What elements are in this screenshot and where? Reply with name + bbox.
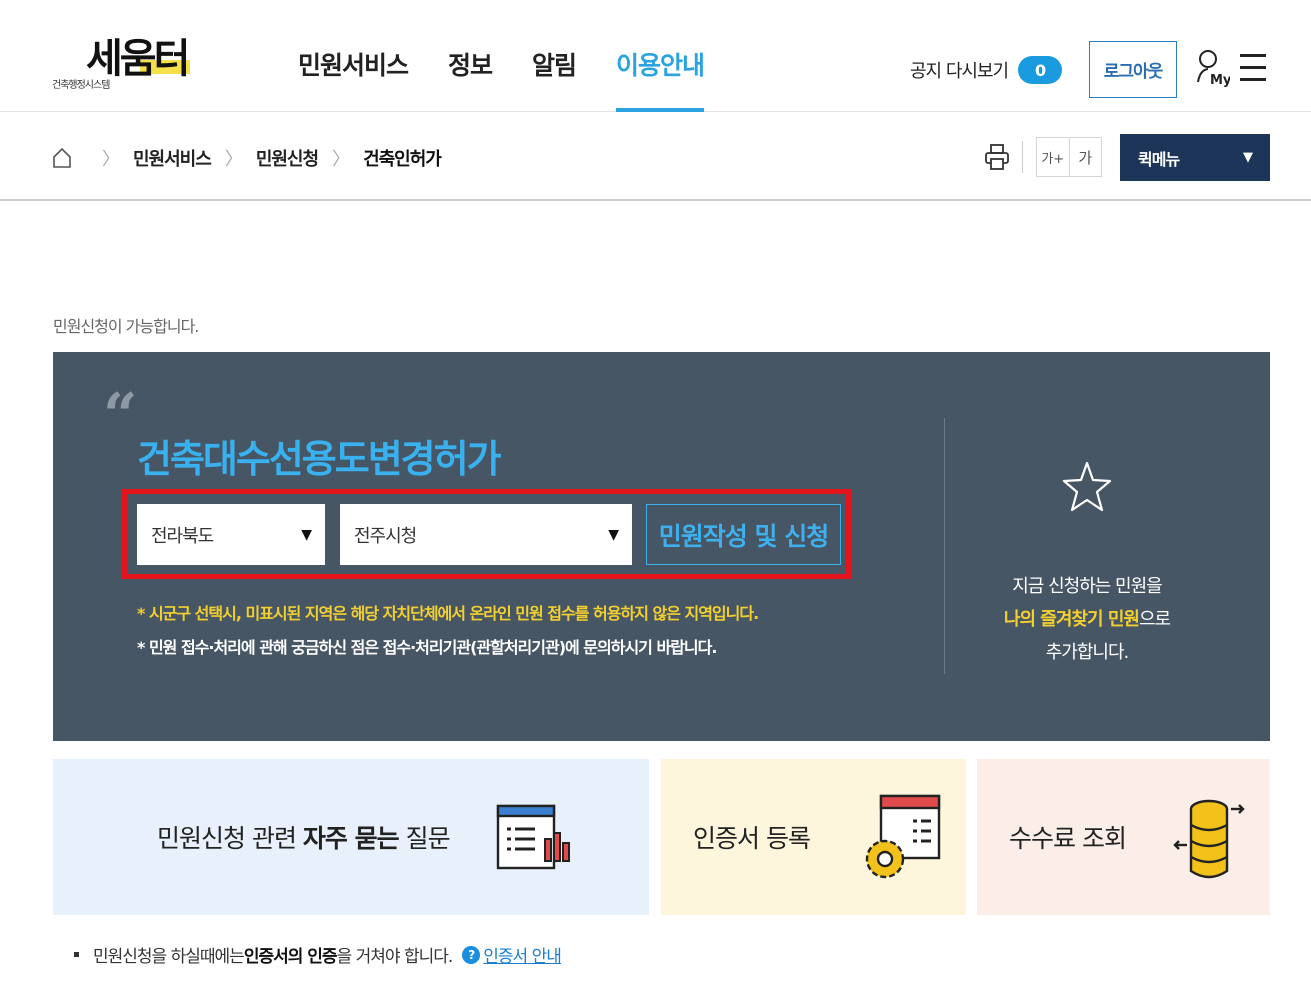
font-size-controls: 가+ 가 — [1036, 137, 1102, 177]
breadcrumb-item-application[interactable]: 민원신청 — [256, 145, 319, 171]
faq-document-icon — [496, 804, 570, 870]
quick-menu-label: 퀵메뉴 — [1138, 149, 1180, 169]
caret-down-icon: ▼ — [301, 526, 312, 543]
notice-text-a: 민원신청을 하실때에는 — [93, 947, 245, 967]
faq-label-suffix: 질문 — [398, 824, 451, 853]
office-value: 전주시청 — [354, 525, 417, 547]
quote-mark-icon: “ — [103, 381, 138, 451]
notice-text-bold: 인증서의 인증 — [243, 947, 338, 967]
caret-down-icon: ▼ — [608, 526, 619, 543]
favorite-suffix: 으로 — [1138, 609, 1171, 630]
province-value: 전라북도 — [151, 525, 214, 547]
logo-sub-text: 건축행정시스템 — [52, 80, 110, 91]
caret-down-icon: ▼ — [1243, 150, 1253, 165]
faq-label-bold: 자주 묻는 — [302, 824, 400, 853]
certificate-card[interactable]: 인증서 등록 — [661, 759, 966, 915]
faq-label: 민원신청 관련 자주 묻는 질문 — [157, 819, 451, 855]
chevron-right-icon: 〉 — [224, 149, 243, 170]
nav-item-guide[interactable]: 이용안내 — [616, 46, 705, 112]
faq-label-prefix: 민원신청 관련 — [157, 824, 303, 853]
favorite-line3: 추가합니다. — [1045, 642, 1130, 663]
favorite-line1: 지금 신청하는 민원을 — [1012, 576, 1162, 597]
service-title: 건축대수선용도변경허가 — [137, 437, 502, 481]
divider — [1022, 141, 1023, 173]
header: 세움터 건축행정시스템 민원서비스 정보 알림 이용안내 공지 다시보기 0 로… — [0, 0, 1311, 112]
divider — [944, 418, 945, 674]
apply-button[interactable]: 민원작성 및 신청 — [646, 504, 841, 565]
home-icon[interactable] — [52, 147, 72, 169]
print-icon[interactable] — [984, 143, 1010, 171]
my-page-icon[interactable]: My — [1196, 48, 1230, 88]
quick-menu-dropdown[interactable]: 퀵메뉴 ▼ — [1120, 134, 1270, 181]
favorite-line2: 나의 즐겨찾기 민원으로 — [987, 603, 1187, 636]
breadcrumb-bar: 〉 민원서비스 〉 민원신청 〉 건축인허가 가+ 가 퀵메뉴 ▼ — [0, 113, 1311, 201]
region-warning-note: * 시군구 선택시, 미표시된 지역은 해당 자치단체에서 온라인 민원 접수를… — [137, 604, 759, 623]
favorite-highlight: 나의 즐겨찾기 민원 — [1003, 609, 1140, 630]
application-panel: “ 건축대수선용도변경허가 전라북도 ▼ 전주시청 ▼ 민원작성 및 신청 * … — [53, 352, 1270, 741]
certificate-gear-icon — [865, 794, 941, 879]
font-decrease-button[interactable]: 가 — [1070, 138, 1102, 176]
certificate-label: 인증서 등록 — [693, 824, 811, 853]
fee-card[interactable]: 수수료 조회 — [977, 759, 1270, 915]
bullet — [74, 952, 79, 957]
font-increase-button[interactable]: 가+ — [1037, 138, 1070, 176]
certificate-guide-link[interactable]: 인증서 안내 — [483, 942, 562, 967]
breadcrumb-item-current: 건축인허가 — [363, 149, 442, 170]
main-nav: 민원서비스 정보 알림 이용안내 — [298, 46, 744, 112]
nav-item-notice[interactable]: 알림 — [532, 46, 577, 112]
breadcrumb: 〉 민원서비스 〉 민원신청 〉 건축인허가 — [52, 145, 442, 171]
inquiry-note: * 민원 접수·처리에 관해 궁금하신 점은 접수·처리기관(관할처리기관)에 … — [137, 638, 717, 657]
chevron-right-icon: 〉 — [102, 149, 120, 170]
hamburger-menu-icon[interactable] — [1240, 54, 1266, 82]
notice-text-b: 을 거쳐야 합니다. — [336, 947, 454, 967]
office-select[interactable]: 전주시청 ▼ — [340, 504, 632, 565]
site-logo[interactable]: 세움터 건축행정시스템 — [52, 26, 202, 94]
help-icon[interactable]: ? — [462, 945, 481, 964]
breadcrumb-item-civil-service[interactable]: 민원서비스 — [133, 145, 212, 171]
favorite-text: 지금 신청하는 민원을 나의 즐겨찾기 민원으로 추가합니다. — [987, 570, 1187, 669]
certificate-notice: 민원신청을 하실때에는 인증서의 인증 을 거쳐야 합니다. ? 인증서 안내 — [74, 942, 562, 967]
province-select[interactable]: 전라북도 ▼ — [137, 504, 325, 565]
status-text: 민원신청이 가능합니다. — [53, 317, 199, 336]
faq-card[interactable]: 민원신청 관련 자주 묻는 질문 — [53, 759, 649, 915]
coin-stack-icon — [1173, 799, 1245, 879]
nav-item-civil-service[interactable]: 민원서비스 — [298, 46, 409, 112]
my-label: My — [1210, 73, 1230, 88]
notice-label: 공지 다시보기 — [910, 61, 1009, 82]
notice-replay[interactable]: 공지 다시보기 0 — [910, 56, 1063, 84]
fee-label: 수수료 조회 — [1009, 824, 1127, 853]
notice-count-badge: 0 — [1018, 56, 1063, 84]
chevron-right-icon: 〉 — [332, 149, 350, 170]
logout-button[interactable]: 로그아웃 — [1089, 41, 1177, 98]
star-favorite-icon[interactable] — [1062, 460, 1112, 518]
nav-item-info[interactable]: 정보 — [448, 46, 493, 112]
